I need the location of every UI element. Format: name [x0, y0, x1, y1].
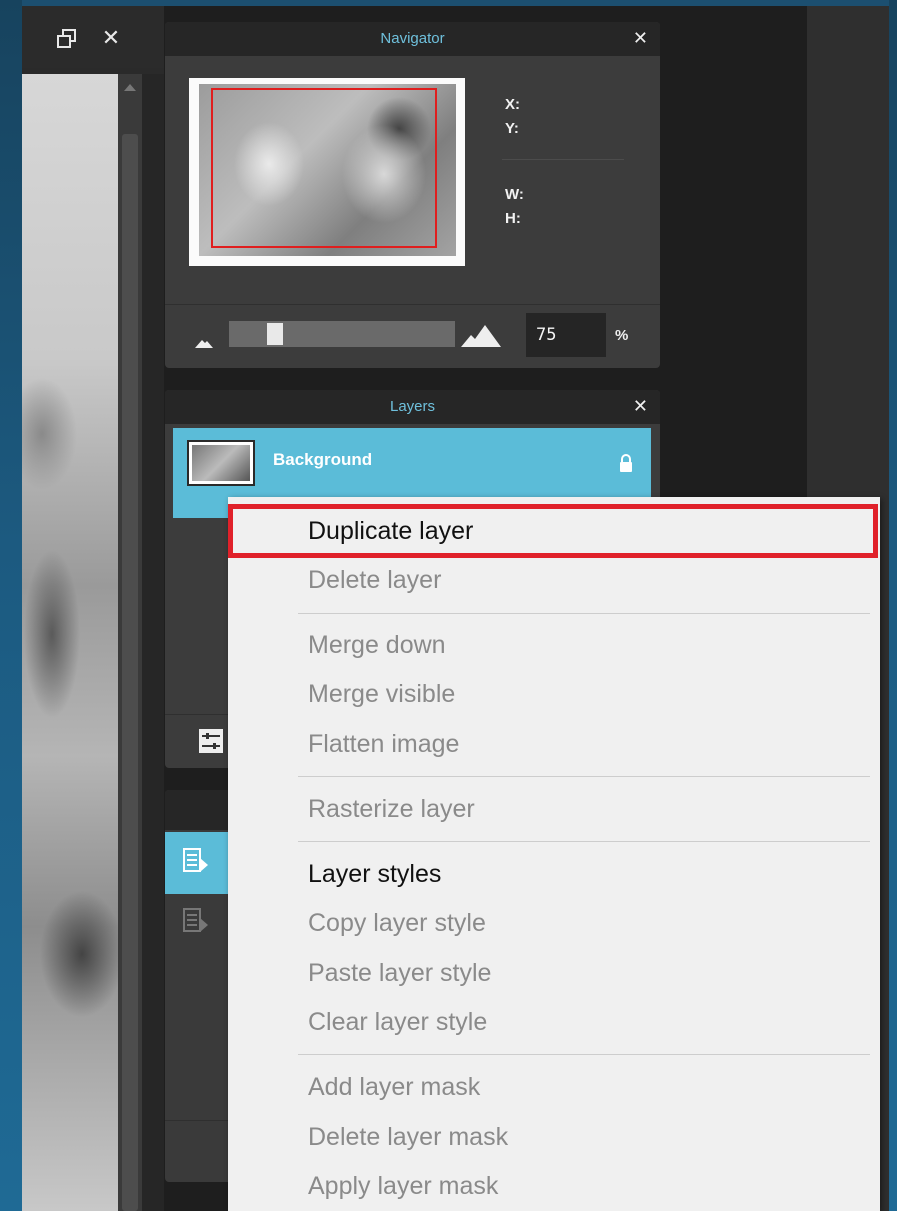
menu-item-merge-down[interactable]: Merge down	[228, 620, 880, 670]
canvas-window-titlebar: ✕	[22, 6, 164, 68]
menu-item-label: Clear layer style	[308, 1008, 488, 1036]
history-state-icon-dim[interactable]	[183, 908, 209, 941]
highlight-box	[228, 504, 878, 558]
layer-name: Background	[273, 450, 373, 469]
menu-item-add-layer-mask[interactable]: Add layer mask	[228, 1062, 880, 1112]
width-label: W:	[505, 186, 524, 203]
menu-item-label: Rasterize layer	[308, 795, 475, 823]
coordinate-divider	[502, 159, 624, 160]
navigator-header: Navigator ✕	[165, 22, 660, 56]
y-coordinate-label: Y:	[505, 120, 519, 137]
layers-header: Layers ✕	[165, 390, 660, 424]
zoom-out-icon[interactable]	[195, 335, 213, 353]
menu-separator	[298, 776, 870, 777]
menu-item-label: Add layer mask	[308, 1073, 481, 1101]
navigator-view-rectangle[interactable]	[211, 88, 437, 248]
layer-thumbnail	[187, 440, 255, 486]
restore-window-icon[interactable]	[56, 28, 78, 50]
navigator-thumbnail[interactable]	[189, 78, 465, 266]
layers-title: Layers	[389, 398, 436, 415]
menu-item-label: Delete layer mask	[308, 1123, 509, 1151]
menu-item-paste-layer-style[interactable]: Paste layer style	[228, 948, 880, 998]
menu-item-label: Paste layer style	[308, 959, 492, 987]
height-label: H:	[505, 210, 521, 227]
menu-separator	[298, 613, 870, 614]
layers-close-icon[interactable]: ✕	[633, 396, 648, 417]
canvas-edge	[142, 74, 164, 1211]
zoom-slider[interactable]	[229, 321, 455, 347]
zoom-controls: 75 %	[165, 304, 660, 369]
zoom-percentage-input[interactable]: 75	[526, 313, 606, 357]
vertical-scrollbar[interactable]	[118, 74, 142, 1211]
menu-item-label: Flatten image	[308, 730, 460, 758]
menu-item-clear-layer-style[interactable]: Clear layer style	[228, 997, 880, 1047]
navigator-panel: Navigator ✕ X: Y: W: H: 75 %	[165, 22, 660, 368]
menu-separator	[298, 1054, 870, 1055]
menu-item-delete-layer[interactable]: Delete layer	[228, 555, 880, 605]
menu-item-label: Apply layer mask	[308, 1172, 499, 1200]
history-state-icon	[183, 848, 209, 881]
menu-item-delete-layer-mask[interactable]: Delete layer mask	[228, 1112, 880, 1162]
menu-item-rasterize-layer[interactable]: Rasterize layer	[228, 784, 880, 834]
canvas-image[interactable]	[22, 74, 118, 1211]
close-window-icon[interactable]: ✕	[100, 28, 122, 50]
layer-settings-icon[interactable]	[199, 729, 223, 758]
zoom-percent-sign: %	[615, 327, 629, 344]
navigator-title: Navigator	[380, 30, 445, 47]
x-coordinate-label: X:	[505, 96, 520, 113]
menu-item-apply-layer-mask[interactable]: Apply layer mask	[228, 1161, 880, 1211]
layer-context-menu: Duplicate layer Delete layer Merge down …	[228, 497, 880, 1211]
scrollbar-thumb[interactable]	[122, 134, 138, 1211]
menu-item-copy-layer-style[interactable]: Copy layer style	[228, 898, 880, 948]
zoom-in-icon[interactable]	[461, 325, 501, 352]
menu-item-label: Layer styles	[308, 860, 442, 888]
canvas-window: ✕	[22, 6, 164, 1211]
menu-item-label: Merge visible	[308, 680, 456, 708]
menu-item-merge-visible[interactable]: Merge visible	[228, 669, 880, 719]
menu-item-layer-styles[interactable]: Layer styles	[228, 849, 880, 899]
menu-item-label: Delete layer	[308, 566, 442, 594]
menu-item-label: Copy layer style	[308, 909, 486, 937]
zoom-slider-thumb[interactable]	[267, 323, 283, 345]
scroll-up-arrow-icon[interactable]	[124, 84, 136, 91]
menu-separator	[298, 841, 870, 842]
menu-item-flatten-image[interactable]: Flatten image	[228, 719, 880, 769]
navigator-close-icon[interactable]: ✕	[633, 28, 648, 49]
menu-item-label: Merge down	[308, 631, 446, 659]
lock-icon	[619, 454, 633, 477]
